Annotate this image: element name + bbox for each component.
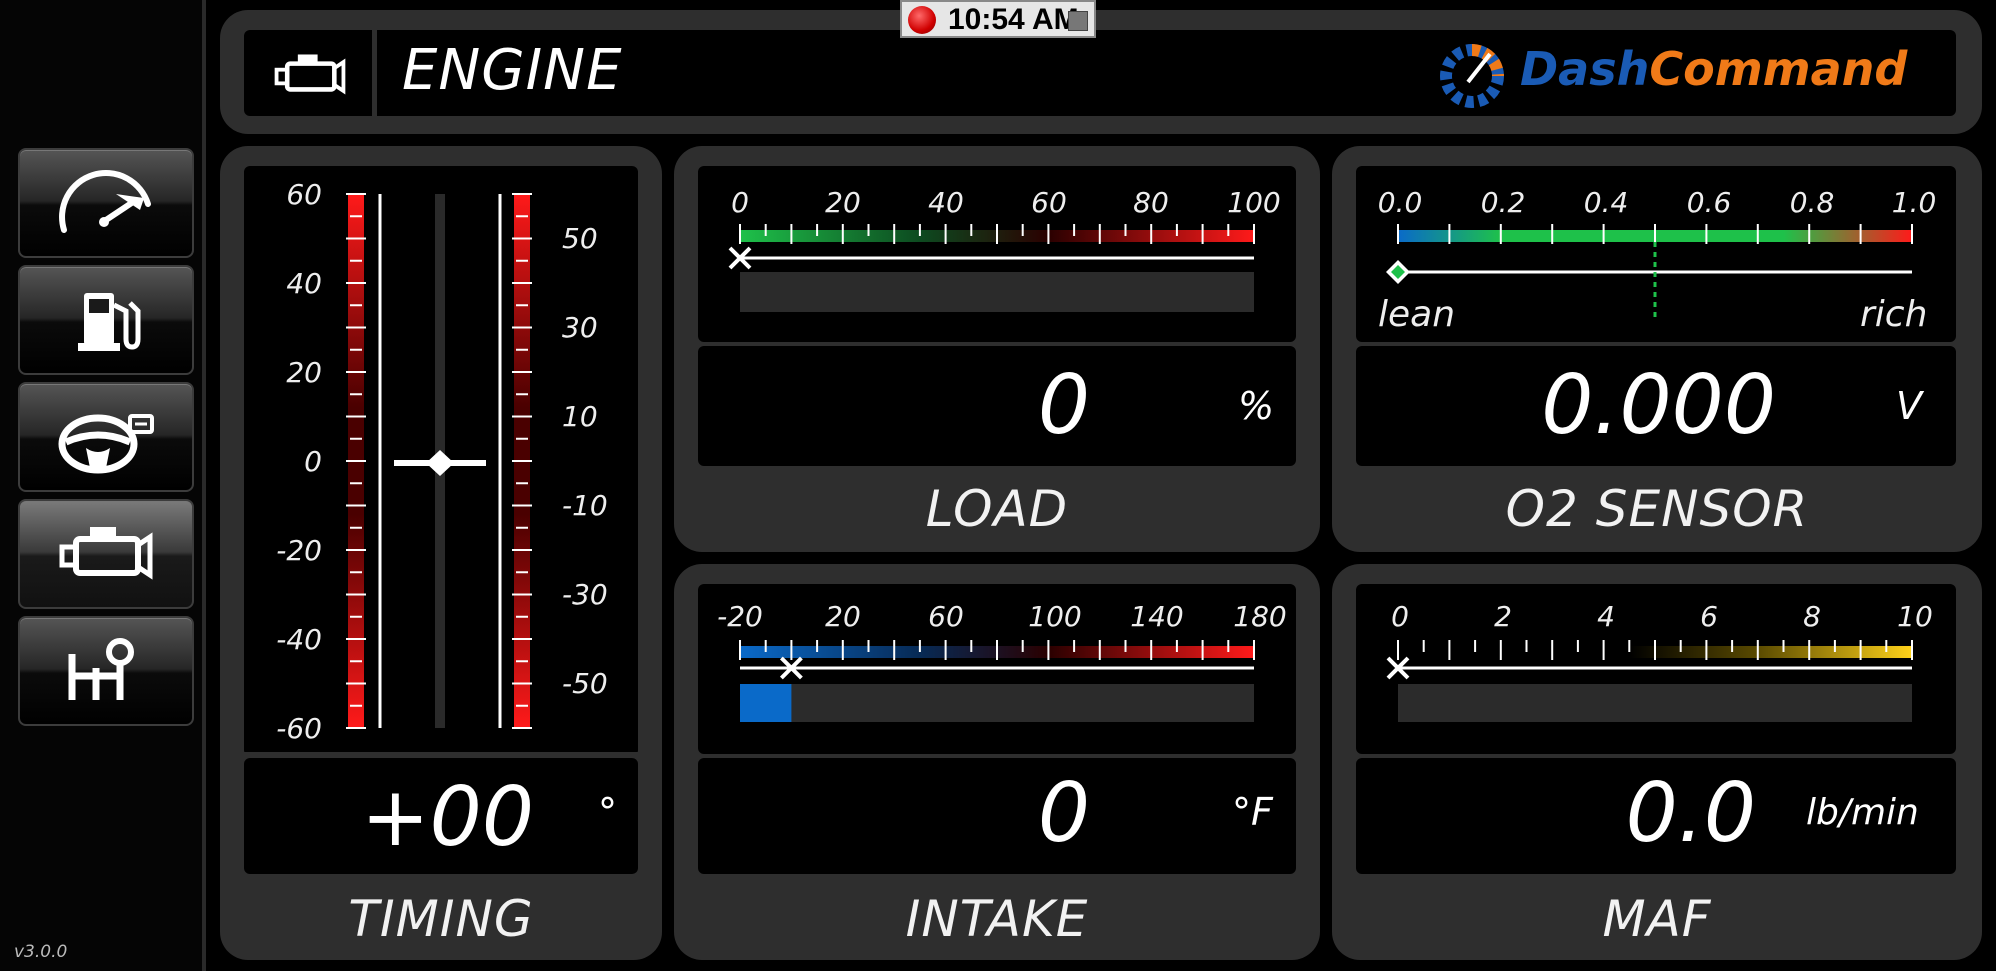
timing-left-tick: -60 [276,712,322,745]
load-horizontal-gauge [728,224,1255,312]
nav-button-dashboard[interactable] [18,148,194,258]
timing-needle [394,450,486,476]
page-title: ENGINE [402,38,623,103]
o2-tick: 0.2 [1480,186,1526,219]
timing-left-tick: 60 [286,178,322,211]
intake-unit: °F [1232,790,1273,834]
brand-logo: DashCommand [1432,36,1942,110]
maf-tick: 4 [1597,600,1615,633]
o2-tick: 0.6 [1686,186,1732,219]
load-tick: 60 [1031,186,1067,219]
status-clock[interactable]: 10:54 AM [900,0,1096,38]
brand-text-command: Command [1649,42,1908,96]
o2-tick: 0.4 [1583,186,1629,219]
o2-lean-label: lean [1378,294,1456,335]
intake-value: 0 [1037,766,1090,861]
timing-right-tick: -50 [562,667,608,700]
timing-left-tick: 0 [304,445,322,478]
intake-title: INTAKE [905,890,1089,948]
brand-text-dash: Dash [1520,42,1650,96]
header-divider [372,30,377,116]
o2-title: O2 SENSOR [1505,480,1809,538]
timing-right-tick: 10 [562,400,598,433]
maf-horizontal-gauge [1386,640,1913,722]
load-value: 0 [1037,358,1090,453]
nav-button-engine[interactable] [18,499,194,609]
load-title: LOAD [925,480,1069,538]
load-tick: 40 [928,186,964,219]
timing-left-tick: -40 [276,623,322,656]
load-tick: 80 [1133,186,1169,219]
timing-left-tick: 20 [286,356,322,389]
engine-icon [274,54,346,95]
maf-tick: 0 [1391,600,1409,633]
version-label: v3.0.0 [14,942,68,962]
sidebar-divider [202,0,206,971]
intake-tick: 140 [1130,600,1184,633]
o2-rich-label: rich [1860,294,1928,335]
timing-left-tick: -20 [276,534,322,567]
timing-right-tick: -30 [562,578,608,611]
intake-tick: 20 [825,600,861,633]
timing-unit: ° [598,790,617,834]
load-tick: 0 [731,186,749,219]
clock-time: 10:54 AM [948,3,1079,36]
maf-title: MAF [1602,890,1712,948]
o2-tick: 0.8 [1789,186,1835,219]
maf-unit: lb/min [1806,792,1919,833]
timing-left-tick: 40 [286,267,322,300]
o2-tick: 0.0 [1377,186,1423,219]
load-tick: 100 [1227,186,1281,219]
o2-tick: 1.0 [1891,186,1937,219]
stop-icon [1068,11,1088,31]
o2-value: 0.000 [1541,358,1776,453]
timing-title: TIMING [348,890,534,948]
steering-wheel-icon [58,414,154,474]
record-icon [908,6,936,34]
timing-right-tick: 30 [562,311,598,344]
o2-needle [1386,260,1410,284]
timing-right-tick: 50 [562,222,598,255]
fuel-pump-icon [78,293,141,351]
nav-button-transmission[interactable] [18,616,194,726]
gear-shift-icon [68,638,134,700]
load-tick: 20 [825,186,861,219]
engine-icon [59,527,153,580]
load-unit: % [1238,384,1275,428]
timing-value: +00 [360,770,534,865]
nav-button-fuel[interactable] [18,265,194,375]
maf-value: 0.0 [1625,766,1756,861]
intake-level-bar [740,684,792,722]
maf-tick: 2 [1494,600,1512,633]
maf-tick: 8 [1803,600,1821,633]
intake-tick: 180 [1233,600,1287,633]
nav-button-driving[interactable] [18,382,194,492]
intake-horizontal-gauge [739,640,1255,722]
intake-tick: 60 [928,600,964,633]
gear-logo-icon [1440,44,1504,108]
maf-tick: 10 [1897,600,1933,633]
o2-unit: V [1896,384,1922,428]
intake-tick: 100 [1028,600,1082,633]
speedometer-icon [59,170,151,233]
intake-tick: -20 [717,600,763,633]
maf-tick: 6 [1700,600,1718,633]
timing-right-tick: -10 [562,489,608,522]
